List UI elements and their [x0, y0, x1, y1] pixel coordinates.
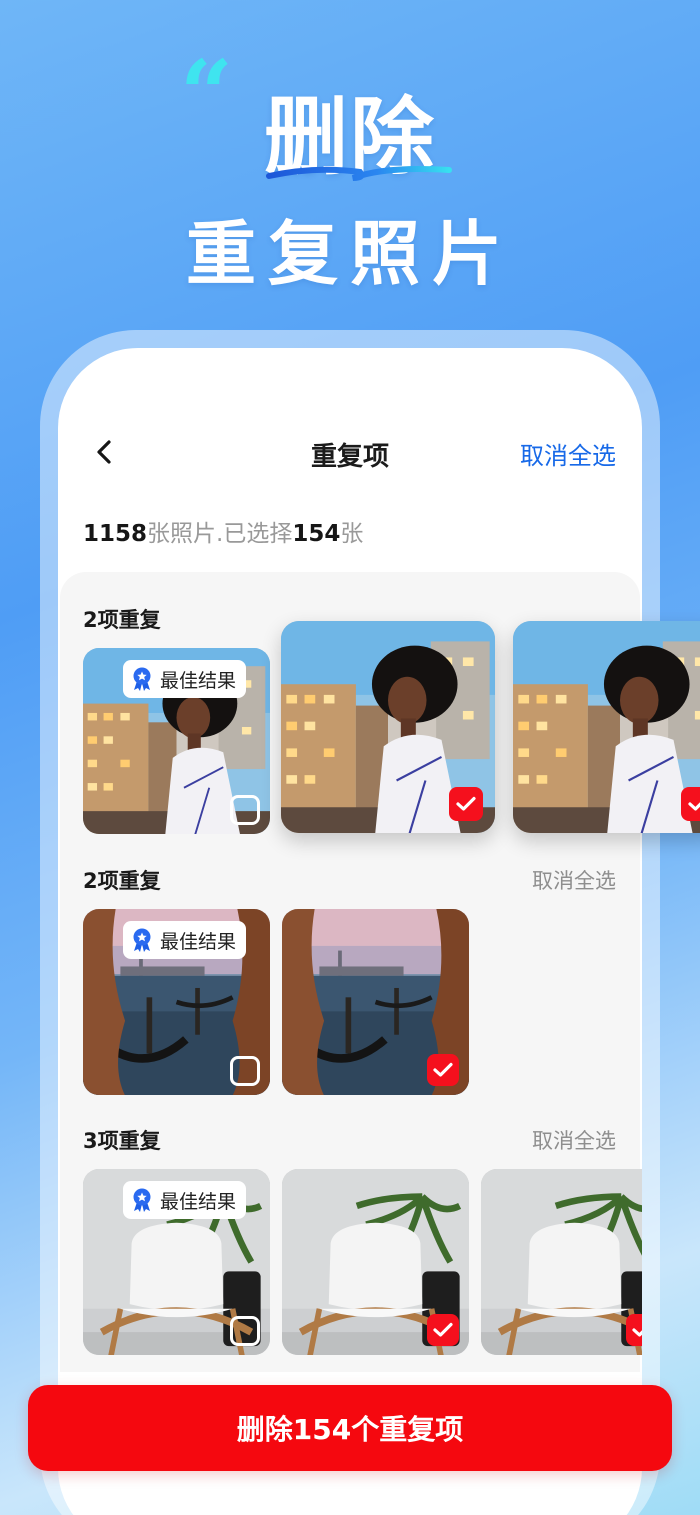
group-title: 3项重复 — [83, 1129, 161, 1153]
photo-woman-city — [513, 621, 700, 833]
photo-thumb[interactable] — [282, 909, 469, 1095]
check-icon — [433, 1062, 453, 1078]
check-icon — [632, 1322, 642, 1338]
select-checkbox-checked[interactable] — [681, 787, 700, 821]
group-deselect-button[interactable]: 取消全选 — [532, 865, 616, 895]
best-result-badge: 最佳结果 — [123, 921, 247, 959]
select-checkbox[interactable] — [230, 1056, 260, 1086]
photo-thumb[interactable]: 最佳结果 — [83, 1169, 270, 1355]
award-ribbon-icon — [129, 1187, 155, 1213]
photo-thumb[interactable]: 最佳结果 — [83, 909, 270, 1095]
photo-thumb-enlarged[interactable] — [513, 621, 700, 833]
photo-thumb[interactable] — [481, 1169, 642, 1355]
group-deselect-button[interactable]: 取消全选 — [532, 1125, 616, 1155]
check-icon — [433, 1322, 453, 1338]
group-3-row: 最佳结果 — [58, 1160, 642, 1360]
select-checkbox-checked[interactable] — [626, 1314, 642, 1346]
select-checkbox[interactable] — [230, 1316, 260, 1346]
check-icon — [456, 796, 476, 812]
delete-duplicates-button[interactable]: 删除154个重复项 — [28, 1385, 672, 1471]
photo-thumb[interactable] — [282, 1169, 469, 1355]
best-result-badge: 最佳结果 — [123, 1181, 247, 1219]
select-checkbox-checked[interactable] — [449, 787, 483, 821]
photo-white-chair-palm — [481, 1169, 642, 1355]
select-checkbox-checked[interactable] — [427, 1314, 459, 1346]
photo-thumb-enlarged[interactable] — [281, 621, 495, 833]
check-icon — [688, 796, 700, 812]
group-title: 2项重复 — [83, 869, 161, 893]
select-checkbox-checked[interactable] — [427, 1054, 459, 1086]
best-result-label: 最佳结果 — [160, 1190, 237, 1213]
award-ribbon-icon — [129, 927, 155, 953]
best-result-label: 最佳结果 — [160, 930, 237, 953]
